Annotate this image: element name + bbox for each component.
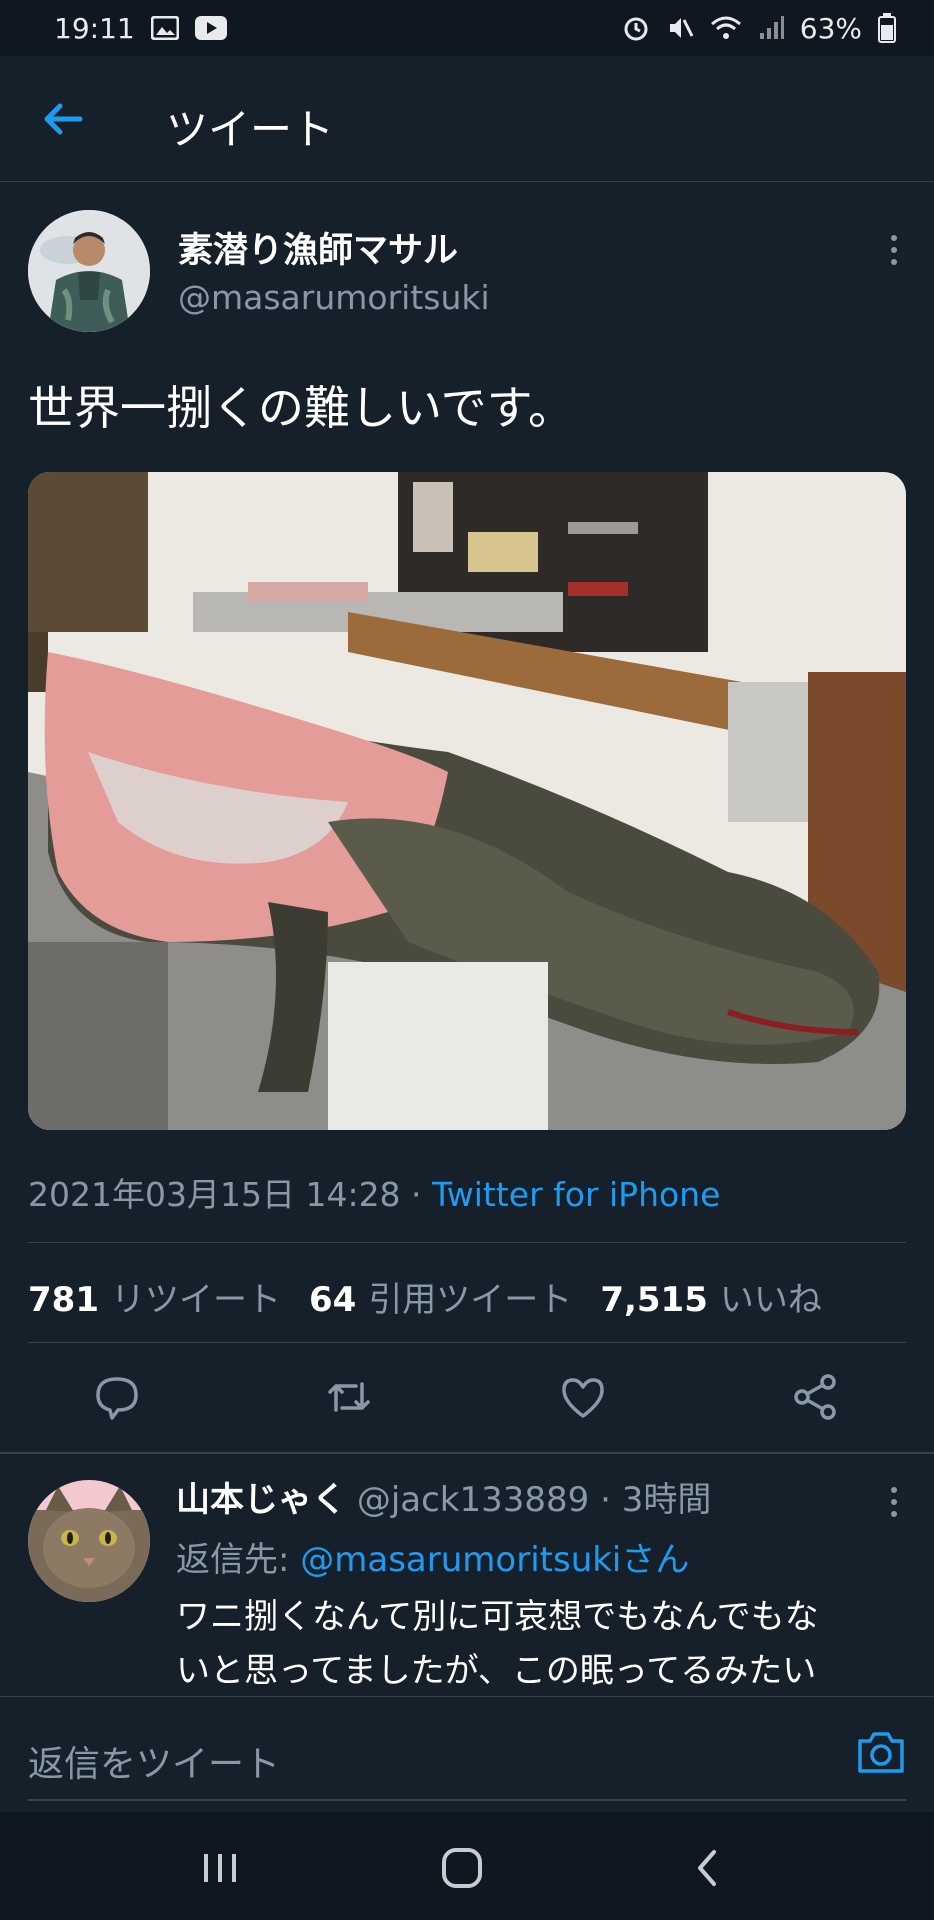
tweet-text: 世界一捌くの難しいです。 (28, 381, 575, 435)
reply-handle[interactable]: @jack133889 (357, 1480, 589, 1520)
reply-to-label: 返信先: (176, 1540, 301, 1580)
tweet-date: 2021年03月15日 14:28 (28, 1175, 401, 1214)
avatar[interactable] (28, 210, 150, 332)
signal-icon (758, 15, 784, 41)
reply-time: · 3時間 (589, 1480, 712, 1520)
status-bar: 19:11 63% (0, 0, 934, 56)
alarm-icon (622, 14, 650, 42)
youtube-icon (194, 16, 227, 40)
wifi-icon (710, 15, 742, 41)
reply-tweet[interactable]: 山本じゃく @jack133889 · 3時間 返信先: @masarumori… (0, 1272, 934, 1692)
back-arrow-icon[interactable] (40, 96, 86, 142)
user-handle[interactable]: @masarumoritsuki (178, 278, 490, 317)
reply-text: ワニ捌くなんて別に可哀想でもなんでもな いと思ってましたが、この眠ってるみたい (176, 1590, 906, 1698)
reply-text-line: ワニ捌くなんて別に可哀想でもなんでもな (176, 1597, 819, 1637)
more-options-icon[interactable] (884, 230, 904, 270)
reply-header: 山本じゃく @jack133889 · 3時間 (176, 1472, 711, 1521)
reply-avatar[interactable] (28, 1480, 150, 1602)
image-icon (150, 16, 179, 40)
system-nav-bar (0, 1812, 934, 1920)
recent-apps-icon[interactable] (196, 1844, 244, 1892)
mute-icon (666, 14, 694, 42)
reply-display-name[interactable]: 山本じゃく (176, 1480, 346, 1520)
reply-more-options-icon[interactable] (884, 1482, 904, 1522)
divider (28, 1242, 906, 1243)
display-name[interactable]: 素潜り漁師マサル (178, 222, 458, 273)
home-icon[interactable] (438, 1844, 486, 1892)
alligator-photo-illustration (28, 472, 906, 1130)
tweet-source-link[interactable]: Twitter for iPhone (432, 1175, 720, 1214)
page-title: ツイート (166, 105, 335, 154)
reply-to-handle-link[interactable]: @masarumoritsukiさん (300, 1540, 689, 1580)
clock: 19:11 (54, 11, 135, 45)
tweet-metadata: 2021年03月15日 14:28 · Twitter for iPhone (28, 1168, 720, 1216)
meta-separator: · (400, 1175, 433, 1214)
reply-to: 返信先: @masarumoritsukiさん (176, 1532, 689, 1581)
app-header: ツイート (0, 56, 934, 182)
back-icon[interactable] (684, 1844, 732, 1892)
camera-icon[interactable] (856, 1729, 906, 1775)
reply-text-line: いと思ってましたが、この眠ってるみたい (176, 1651, 817, 1691)
battery-percentage: 63% (799, 11, 862, 45)
reply-composer: 返信をツイート (0, 1696, 934, 1812)
battery-icon (878, 13, 896, 43)
tweet-photo[interactable] (28, 472, 906, 1130)
reply-input[interactable]: 返信をツイート (28, 1735, 280, 1787)
divider (28, 1799, 906, 1801)
